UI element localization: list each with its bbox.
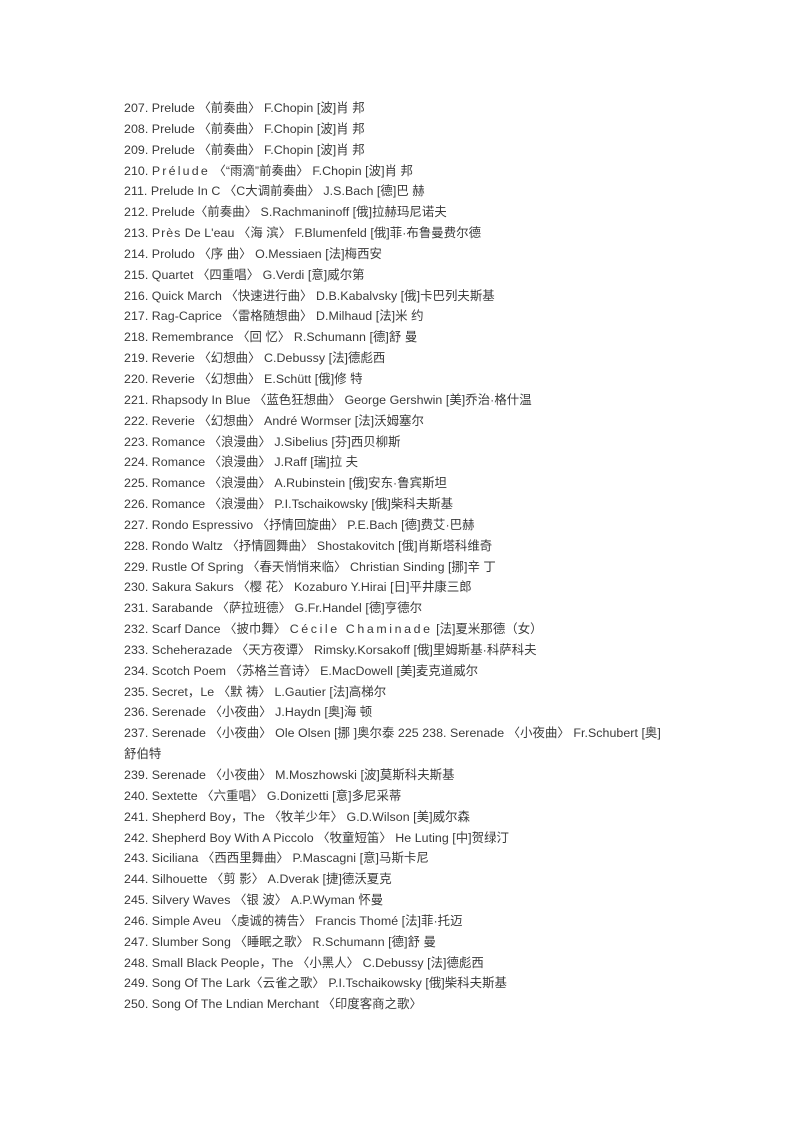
index-entry: 230. Sakura Sakurs 〈樱 花〉 Kozaburo Y.Hira… (124, 580, 472, 595)
index-entry: 217. Rag-Caprice 〈雷格随想曲〉 D.Milhaud [法]米 … (124, 309, 424, 324)
index-entry: 235. Secret，Le 〈默 祷〉 L.Gautier [法]高梯尔 (124, 684, 387, 699)
letterspaced-name: Près (151, 226, 182, 241)
index-entry: 231. Sarabande 〈萨拉班德〉 G.Fr.Handel [德]亨德尔 (124, 601, 423, 616)
letterspaced-name: Prélude (151, 163, 210, 178)
index-entry: 218. Remembrance 〈回 忆〉 R.Schumann [德]舒 曼 (124, 330, 418, 345)
index-entry: 221. Rhapsody In Blue 〈蓝色狂想曲〉 George Ger… (124, 392, 532, 407)
index-entry: 237. Serenade 〈小夜曲〉 Ole Olsen [挪 ]奥尔泰 22… (124, 726, 661, 762)
index-entry: 225. Romance 〈浪漫曲〉 A.Rubinstein [俄]安东·鲁宾… (124, 476, 447, 491)
index-entry: 248. Small Black People，The 〈小黑人〉 C.Debu… (124, 955, 484, 970)
music-index-entry-list: 207. Prelude 〈前奏曲〉 F.Chopin [波]肖 邦 208. … (124, 98, 672, 1015)
index-entry: 211. Prelude In C 〈C大调前奏曲〉 J.S.Bach [德]巴… (124, 184, 425, 199)
index-entry: 224. Romance 〈浪漫曲〉 J.Raff [瑞]拉 夫 (124, 455, 359, 470)
index-entry: 208. Prelude 〈前奏曲〉 F.Chopin [波]肖 邦 (124, 121, 365, 136)
index-entry: 232. Scarf Dance 〈披巾舞〉 Cécile Chaminade … (124, 622, 543, 637)
index-entry: 249. Song Of The Lark〈云雀之歌〉 P.I.Tschaiko… (124, 976, 507, 991)
letterspaced-name: Cécile Chaminade (289, 622, 433, 637)
index-entry: 239. Serenade 〈小夜曲〉 M.Moszhowski [波]莫斯科夫… (124, 768, 455, 782)
index-entry: 233. Scheherazade 〈天方夜谭〉 Rimsky.Korsakof… (124, 642, 537, 657)
index-entry: 229. Rustle Of Spring 〈春天悄悄来临〉 Christian… (124, 559, 496, 574)
index-entry: 213. Près De L'eau 〈海 滨〉 F.Blumenfeld [俄… (124, 226, 482, 241)
index-entry: 226. Romance 〈浪漫曲〉 P.I.Tschaikowsky [俄]柴… (124, 497, 454, 512)
index-entry: 227. Rondo Espressivo 〈抒情回旋曲〉 P.E.Bach [… (124, 517, 475, 532)
index-entry: 220. Reverie 〈幻想曲〉 E.Schütt [俄]修 特 (124, 371, 363, 386)
document-page: 207. Prelude 〈前奏曲〉 F.Chopin [波]肖 邦 208. … (0, 0, 794, 1123)
index-entry: 250. Song Of The Lndian Merchant 〈印度客商之歌… (124, 997, 422, 1012)
index-entry: 215. Quartet 〈四重唱〉 G.Verdi [意]威尔第 (124, 267, 365, 282)
index-entry: 234. Scotch Poem 〈苏格兰音诗〉 E.MacDowell [美]… (124, 663, 479, 678)
index-entry: 210. Prélude 〈“雨滴”前奏曲〉 F.Chopin [波]肖 邦 (124, 163, 413, 178)
index-entry: 207. Prelude 〈前奏曲〉 F.Chopin [波]肖 邦 (124, 101, 365, 115)
index-entry: 219. Reverie 〈幻想曲〉 C.Debussy [法]德彪西 (124, 351, 386, 366)
index-entry: 240. Sextette 〈六重唱〉 G.Donizetti [意]多尼采蒂 (124, 788, 402, 803)
index-entry: 222. Reverie 〈幻想曲〉 André Wormser [法]沃姆塞尔 (124, 413, 424, 428)
index-entry: 242. Shepherd Boy With A Piccolo 〈牧童短笛〉 … (124, 830, 509, 845)
index-entry: 245. Silvery Waves 〈银 波〉 A.P.Wyman 怀曼 (124, 893, 384, 908)
index-entry: 216. Quick March 〈快速进行曲〉 D.B.Kabalvsky [… (124, 288, 495, 303)
index-entry: 236. Serenade 〈小夜曲〉 J.Haydn [奥]海 顿 (124, 705, 373, 720)
index-entry: 246. Simple Aveu 〈虔诚的祷告〉 Francis Thomé [… (124, 913, 463, 928)
index-entry: 214. Proludo 〈序 曲〉 O.Messiaen [法]梅西安 (124, 246, 382, 261)
index-entry: 223. Romance 〈浪漫曲〉 J.Sibelius [芬]西贝柳斯 (124, 434, 401, 449)
index-entry: 241. Shepherd Boy，The 〈牧羊少年〉 G.D.Wilson … (124, 809, 470, 824)
index-entry: 212. Prelude〈前奏曲〉 S.Rachmaninoff [俄]拉赫玛尼… (124, 205, 447, 220)
index-entry: 244. Silhouette 〈剪 影〉 A.Dverak [捷]德沃夏克 (124, 872, 392, 887)
index-entry: 228. Rondo Waltz 〈抒情圆舞曲〉 Shostakovitch [… (124, 538, 493, 553)
index-entry: 247. Slumber Song 〈睡眠之歌〉 R.Schumann [德]舒… (124, 934, 436, 949)
index-entry: 209. Prelude 〈前奏曲〉 F.Chopin [波]肖 邦 (124, 142, 365, 157)
index-entry: 243. Siciliana 〈西西里舞曲〉 P.Mascagni [意]马斯卡… (124, 851, 429, 866)
